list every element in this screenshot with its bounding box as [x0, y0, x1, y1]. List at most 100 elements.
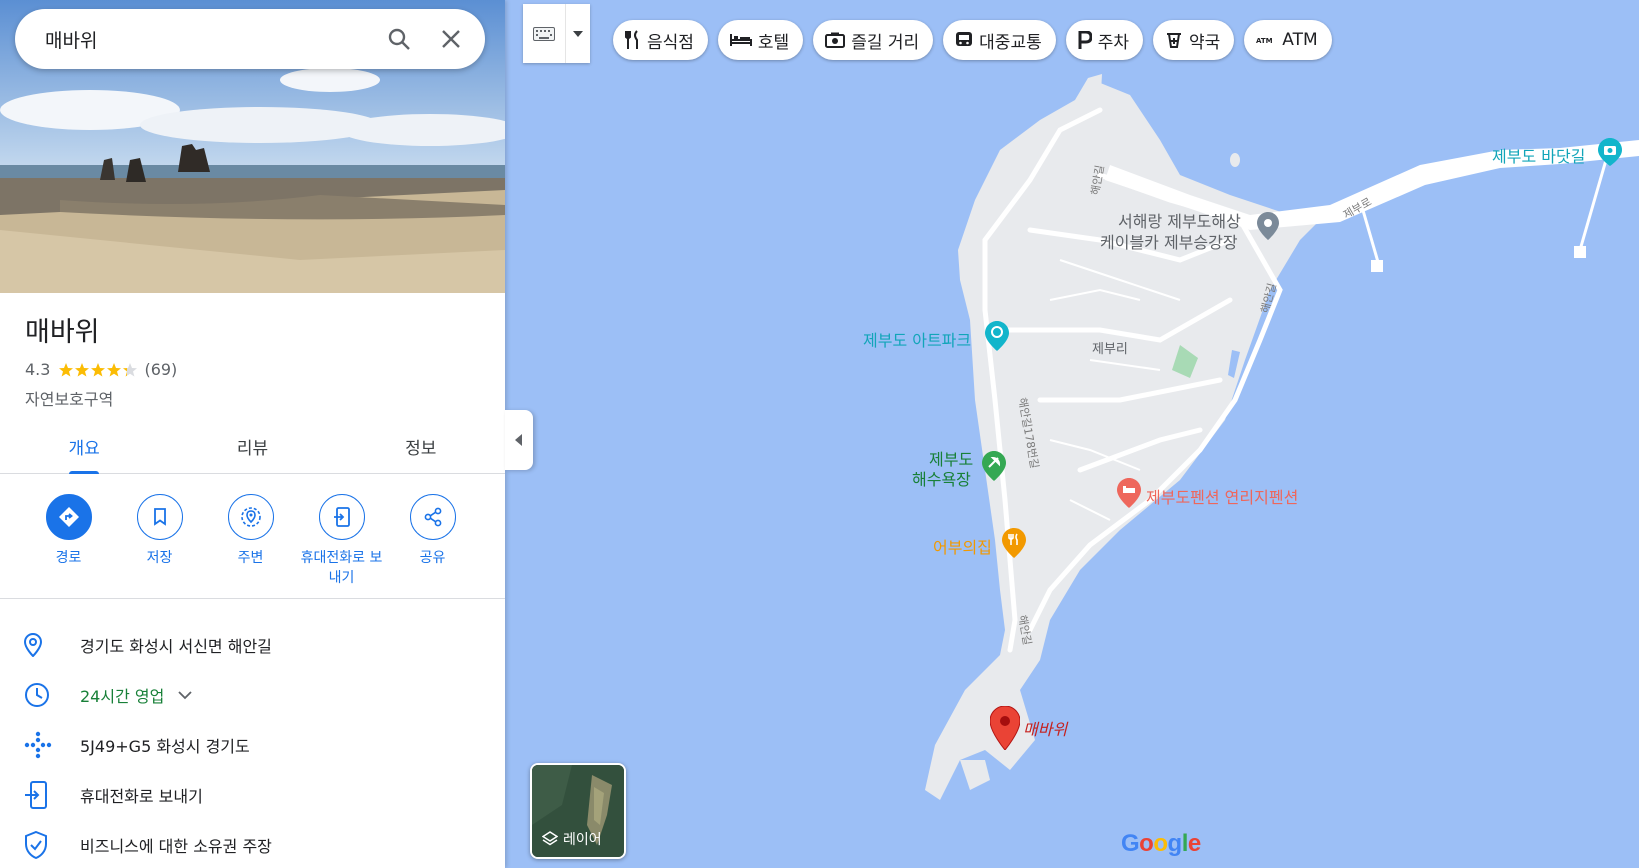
pier-end-1 [1371, 260, 1383, 272]
atm-icon: ATM [1256, 35, 1276, 45]
jeburi-label: 제부리 [1092, 342, 1128, 357]
star-icon [75, 362, 90, 376]
chip-label: 주차 [1097, 32, 1130, 53]
cable-poi-icon[interactable] [1257, 212, 1279, 244]
chip-label: 약국 [1189, 32, 1221, 53]
layers-label-wrap: 레이어 [542, 829, 602, 849]
chip-restaurant[interactable]: 음식점 [613, 20, 708, 60]
beach-poi-icon[interactable] [982, 451, 1006, 485]
chip-label: ATM [1282, 30, 1318, 50]
star-icon [107, 362, 122, 376]
send-to-phone-row[interactable]: 휴대전화로 보내기 [0, 770, 505, 820]
save-label: 저장 [146, 550, 173, 566]
chip-label: 음식점 [647, 32, 694, 53]
star-icon [123, 362, 138, 376]
place-title: 매바위 [25, 317, 100, 348]
chip-pharmacy[interactable]: 약국 [1153, 20, 1235, 60]
place-tabs: 개요 리뷰 정보 [0, 420, 505, 474]
islet [1230, 153, 1240, 167]
share-button[interactable]: 공유 [387, 494, 478, 588]
chevron-down-icon[interactable] [565, 4, 590, 63]
plus-code-icon [0, 731, 80, 759]
google-logo: Google [1121, 830, 1201, 857]
shield-check-icon [0, 831, 80, 859]
keyboard-icon[interactable] [523, 26, 565, 41]
review-count[interactable]: (69) [144, 360, 177, 379]
save-button[interactable]: 저장 [114, 494, 205, 588]
send-to-phone-icon [0, 781, 80, 809]
send-to-phone-button[interactable]: 휴대전화로 보내기 [296, 494, 387, 588]
input-tools-button[interactable] [523, 4, 590, 63]
layers-icon [542, 831, 558, 847]
pier-end-2 [1574, 246, 1586, 258]
layers-button[interactable]: 레이어 [530, 763, 626, 859]
maebawi-map-label[interactable]: 매바위 [1023, 716, 1067, 740]
directions-label: 경로 [55, 550, 82, 566]
chip-label: 호텔 [757, 32, 790, 53]
restaurant-poi-icon[interactable] [1002, 528, 1026, 562]
hours-row[interactable]: 24시간 영업 [0, 670, 505, 720]
plus-code-row[interactable]: 5J49+G5 화성시 경기도 [0, 720, 505, 770]
collapse-panel-button[interactable] [505, 410, 533, 470]
pension-label[interactable]: 제부도펜션 연리지펜션 [1146, 484, 1298, 508]
restaurant-label[interactable]: 어부의집 [933, 534, 992, 558]
hours-text: 24시간 영업 [80, 687, 165, 706]
chip-label: 대중교통 [979, 32, 1042, 53]
badatgil-label[interactable]: 제부도 바닷길 [1492, 143, 1585, 167]
close-icon[interactable] [425, 9, 477, 69]
nearby-label: 주변 [237, 550, 264, 566]
pension-poi-icon[interactable] [1117, 478, 1141, 512]
rating-row[interactable]: 4.3 (69) [25, 360, 177, 379]
claim-business-row[interactable]: 비즈니스에 대한 소유권 주장 [0, 820, 505, 868]
place-info-list: 경기도 화성시 서신면 해안길 24시간 영업 5J49+G5 화성시 경기도 … [0, 620, 505, 868]
camera-icon [825, 32, 846, 48]
bookmark-icon[interactable] [136, 494, 183, 540]
search-input[interactable]: 매바위 [45, 26, 373, 53]
directions-icon[interactable] [45, 494, 92, 540]
rating-stars [58, 362, 138, 378]
category-chips: 음식점 호텔 즐길 거리 대중교통 주차 약국 ATM ATM [613, 20, 1342, 60]
chip-parking[interactable]: 주차 [1065, 20, 1144, 60]
location-pin-icon [0, 633, 80, 657]
maps-app: 제부도 바닷길 서해랑 제부도해상 케이블카 제부승강장 제부리 제부도 아트파… [0, 0, 1639, 868]
tab-about[interactable]: 정보 [337, 420, 505, 473]
tab-overview[interactable]: 개요 [0, 420, 168, 474]
tab-reviews[interactable]: 리뷰 [168, 420, 336, 473]
action-buttons: 경로 저장 주변 휴대전화로 보내기 공유 [23, 494, 478, 588]
chip-atm[interactable]: ATM ATM [1244, 20, 1332, 60]
chip-things-to-do[interactable]: 즐길 거리 [813, 20, 934, 60]
svg-text:ATM: ATM [1256, 37, 1273, 45]
layers-label: 레이어 [563, 832, 602, 848]
search-box[interactable]: 매바위 [15, 9, 485, 69]
place-photo[interactable]: 매바위 [0, 0, 505, 293]
cable-label-2[interactable]: 케이블카 제부승강장 [1100, 229, 1238, 253]
camera-poi-icon[interactable] [1598, 138, 1622, 170]
parking-icon [1078, 31, 1092, 49]
chip-hotel[interactable]: 호텔 [717, 20, 804, 60]
address-row[interactable]: 경기도 화성시 서신면 해안길 [0, 620, 505, 670]
send-to-phone-text: 휴대전화로 보내기 [80, 787, 203, 806]
star-icon [91, 362, 106, 376]
send-to-phone-icon[interactable] [318, 494, 365, 540]
search-icon[interactable] [373, 9, 425, 69]
chevron-down-icon[interactable] [178, 690, 192, 700]
nearby-icon[interactable] [227, 494, 274, 540]
selected-place-pin[interactable] [989, 705, 1021, 754]
claim-business-text: 비즈니스에 대한 소유권 주장 [80, 837, 272, 856]
directions-button[interactable]: 경로 [23, 494, 114, 588]
artpark-poi-icon[interactable] [985, 321, 1009, 355]
star-icon [59, 362, 74, 376]
share-label: 공유 [419, 550, 446, 566]
chip-label: 즐길 거리 [851, 32, 920, 53]
hotel-icon [729, 33, 752, 47]
south-tip [960, 760, 990, 790]
share-icon[interactable] [409, 494, 456, 540]
chip-transit[interactable]: 대중교통 [943, 20, 1056, 60]
place-category[interactable]: 자연보호구역 [25, 386, 113, 410]
send-to-phone-label: 휴대전화로 보내기 [300, 550, 383, 586]
nearby-button[interactable]: 주변 [205, 494, 296, 588]
artpark-label[interactable]: 제부도 아트파크 [863, 327, 971, 351]
rating-value: 4.3 [25, 360, 51, 379]
pharmacy-icon [1165, 31, 1183, 49]
beach-label-2[interactable]: 해수욕장 [912, 466, 971, 490]
